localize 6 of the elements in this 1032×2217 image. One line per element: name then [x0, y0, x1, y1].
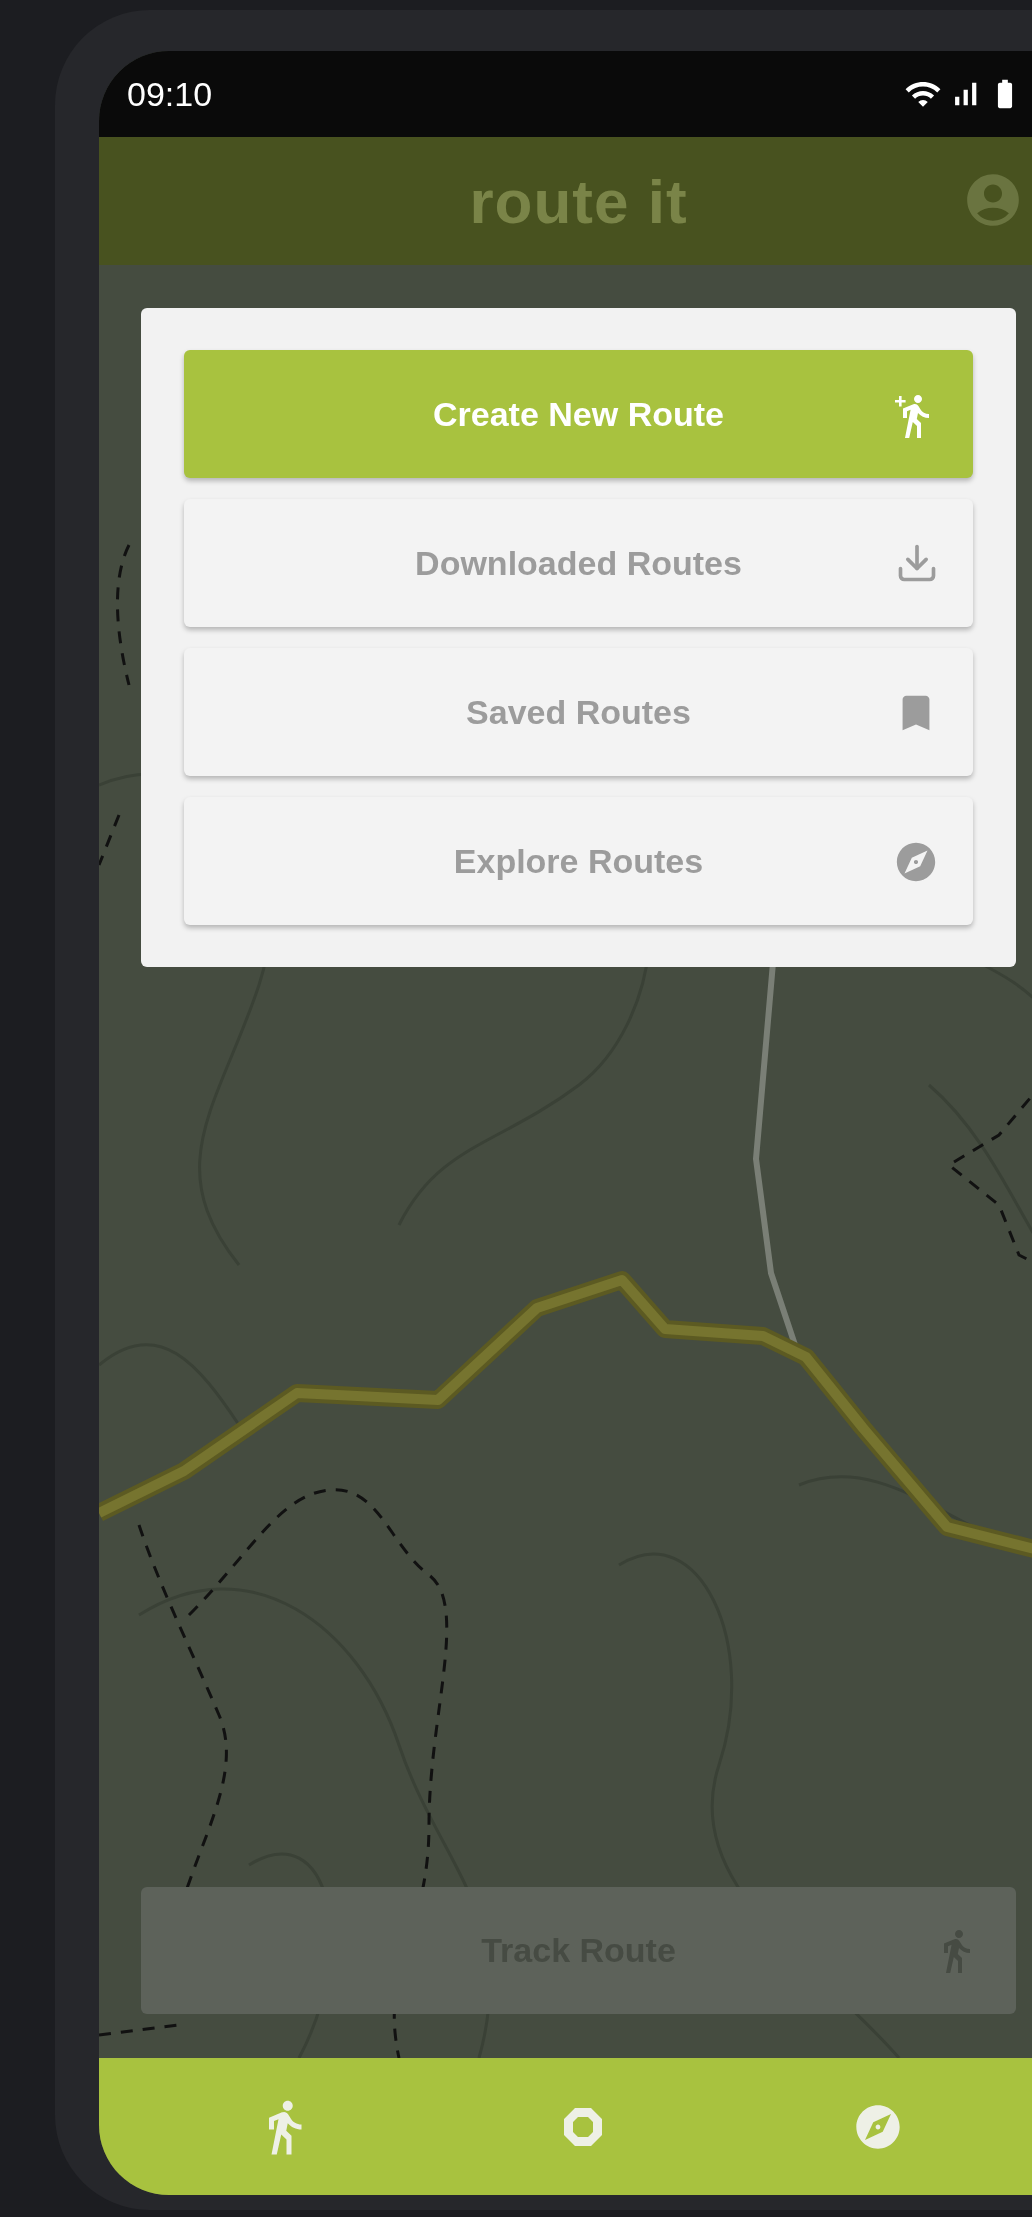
route-menu-button[interactable]: Explore Routes [184, 797, 973, 925]
route-menu-button[interactable]: Create New Route [184, 350, 973, 478]
route-menu-button[interactable]: Saved Routes [184, 648, 973, 776]
clock-time: 09:10 [127, 74, 213, 114]
route-menu-button[interactable]: Downloaded Routes [184, 499, 973, 627]
octagon-icon[interactable] [562, 2106, 603, 2147]
